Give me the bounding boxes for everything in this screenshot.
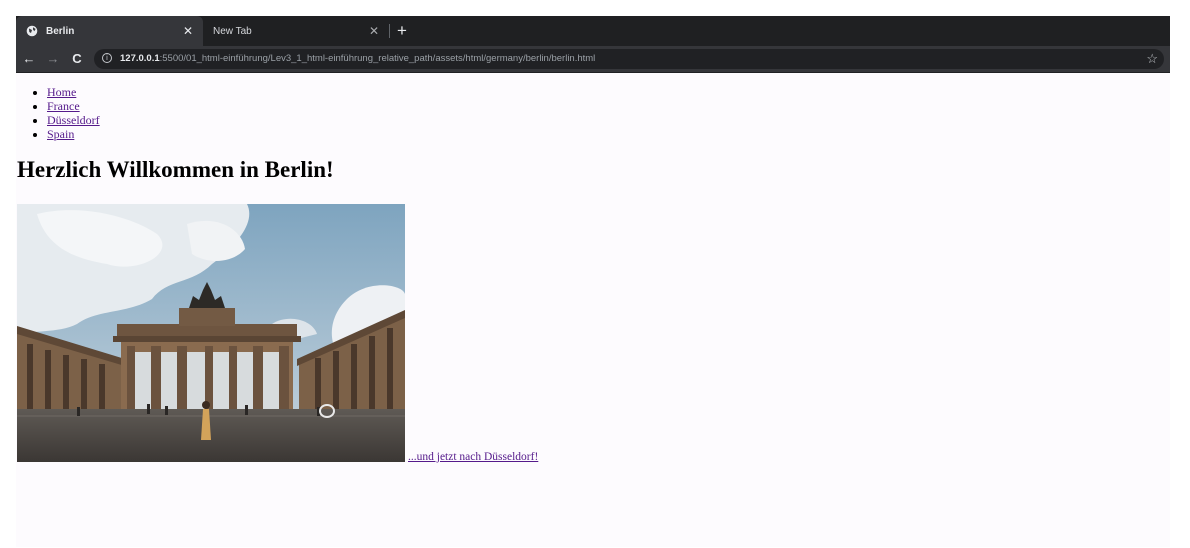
info-icon[interactable]: i	[102, 53, 112, 63]
forward-button[interactable]: →	[44, 46, 62, 72]
tab-title: Berlin	[46, 25, 75, 37]
list-item: Spain	[47, 127, 100, 141]
list-item: France	[47, 99, 100, 113]
close-tab-icon[interactable]: ✕	[183, 16, 193, 46]
back-button[interactable]: ←	[20, 46, 38, 72]
tab-new-tab[interactable]: New Tab ✕	[203, 16, 389, 46]
tab-strip: Berlin ✕ New Tab ✕ +	[16, 16, 1170, 46]
list-item: Düsseldorf	[47, 113, 100, 127]
tab-title: New Tab	[213, 25, 252, 37]
tab-divider	[389, 24, 390, 38]
url-path: :5500/01_html-einführung/Lev3_1_html-ein…	[159, 53, 596, 64]
url-text[interactable]: 127.0.0.1:5500/01_html-einführung/Lev3_1…	[120, 49, 595, 69]
nav-link-france[interactable]: France	[47, 99, 80, 113]
nav-list: Home France Düsseldorf Spain	[16, 85, 100, 141]
close-tab-icon[interactable]: ✕	[369, 16, 379, 46]
url-host: 127.0.0.1	[120, 53, 160, 64]
browser-window: Berlin ✕ New Tab ✕ + ← → C i 127.0.0.1:5…	[16, 16, 1170, 547]
bookmark-star-icon[interactable]: ☆	[1146, 49, 1158, 69]
tab-berlin[interactable]: Berlin ✕	[16, 16, 203, 46]
nav-link-duesseldorf[interactable]: Düsseldorf	[47, 113, 100, 127]
globe-icon	[26, 25, 38, 37]
list-item: Home	[47, 85, 100, 99]
page-content: Home France Düsseldorf Spain Herzlich Wi…	[16, 73, 1170, 547]
new-tab-button[interactable]: +	[397, 16, 407, 46]
next-city-link[interactable]: ...und jetzt nach Düsseldorf!	[408, 451, 538, 463]
nav-link-home[interactable]: Home	[47, 85, 76, 99]
page-title: Herzlich Willkommen in Berlin!	[17, 157, 334, 182]
reload-button[interactable]: C	[68, 46, 86, 72]
nav-link-spain[interactable]: Spain	[47, 127, 74, 141]
browser-toolbar: ← → C i 127.0.0.1:5500/01_html-einführun…	[16, 46, 1170, 73]
brandenburg-gate-photo	[17, 204, 405, 462]
address-bar[interactable]: i 127.0.0.1:5500/01_html-einführung/Lev3…	[94, 49, 1164, 69]
